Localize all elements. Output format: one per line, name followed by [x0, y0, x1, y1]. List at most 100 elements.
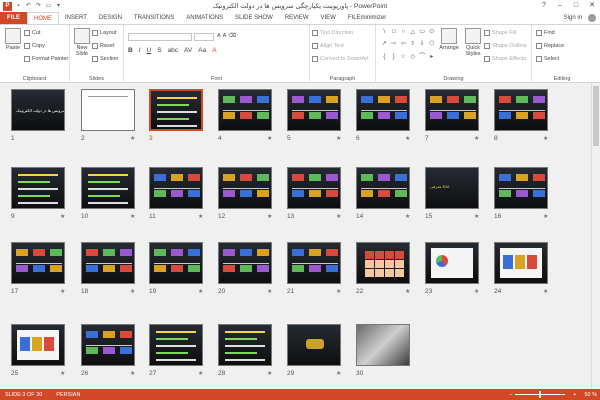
- slide-thumbnail-19[interactable]: [149, 242, 203, 284]
- change-case-button[interactable]: Aa: [198, 47, 206, 54]
- minimize-button[interactable]: –: [552, 0, 568, 12]
- new-slide-button[interactable]: New Slide: [72, 28, 92, 57]
- shape-effects-button[interactable]: Shape Effects: [484, 56, 526, 62]
- tab-review[interactable]: REVIEW: [279, 12, 315, 24]
- close-button[interactable]: ✕: [584, 0, 600, 12]
- tab-fileminimizer[interactable]: FILEminimizer: [342, 12, 392, 24]
- slide-thumbnail-4[interactable]: [218, 89, 272, 131]
- reset-button[interactable]: Reset: [92, 43, 114, 49]
- quick-styles-button[interactable]: Quick Styles: [462, 28, 484, 57]
- shadow-button[interactable]: abc: [168, 47, 178, 54]
- shape-fill-button[interactable]: Shape Fill: [484, 30, 516, 36]
- save-icon[interactable]: ▪: [15, 3, 22, 10]
- text-direction-button[interactable]: Text Direction: [312, 30, 353, 36]
- tab-transitions[interactable]: TRANSITIONS: [128, 12, 180, 24]
- customize-icon[interactable]: ▾: [55, 3, 62, 10]
- cut-button[interactable]: Cut: [24, 30, 41, 36]
- slide-thumbnail-28[interactable]: [218, 324, 272, 366]
- undo-icon[interactable]: ↶: [25, 3, 32, 10]
- font-size-field[interactable]: [194, 33, 214, 41]
- align-text-button[interactable]: Align Text: [312, 43, 344, 49]
- strikethrough-button[interactable]: S: [157, 47, 161, 54]
- copy-button[interactable]: Copy: [24, 43, 45, 49]
- shrink-font-icon[interactable]: A: [223, 33, 227, 39]
- shape-item-3[interactable]: △: [409, 28, 418, 39]
- shape-item-13[interactable]: }: [390, 53, 399, 64]
- shape-item-4[interactable]: ▭: [418, 28, 427, 39]
- shape-item-16[interactable]: ⌒: [418, 53, 427, 64]
- slide-thumbnail-21[interactable]: [287, 242, 341, 284]
- tab-animations[interactable]: ANIMATIONS: [180, 12, 229, 24]
- slide-thumbnail-20[interactable]: [218, 242, 272, 284]
- tab-insert[interactable]: INSERT: [59, 12, 93, 24]
- shape-item-6[interactable]: ↗: [380, 40, 389, 51]
- slide-thumbnail-15[interactable]: معرفی EAI: [425, 167, 479, 209]
- select-button[interactable]: Select: [536, 56, 559, 62]
- slide-thumbnail-22[interactable]: [356, 242, 410, 284]
- shape-item-15[interactable]: ◇: [409, 53, 418, 64]
- arrange-button[interactable]: Arrange: [438, 28, 460, 51]
- slide-thumbnail-7[interactable]: [425, 89, 479, 131]
- slide-thumbnail-16[interactable]: [494, 167, 548, 209]
- shape-item-9[interactable]: ⇧: [409, 40, 418, 51]
- clear-format-icon[interactable]: ⌫: [228, 33, 236, 39]
- slide-thumbnail-30[interactable]: [356, 324, 410, 366]
- vertical-scrollbar[interactable]: [591, 83, 600, 389]
- shape-item-2[interactable]: ○: [399, 28, 408, 39]
- slide-thumbnail-9[interactable]: [11, 167, 65, 209]
- user-avatar[interactable]: [588, 14, 596, 22]
- grow-font-icon[interactable]: A: [217, 33, 221, 39]
- maximize-button[interactable]: □: [568, 0, 584, 12]
- slide-thumbnail-12[interactable]: [218, 167, 272, 209]
- slide-thumbnail-5[interactable]: [287, 89, 341, 131]
- shape-item-12[interactable]: {: [380, 53, 389, 64]
- format-painter-button[interactable]: Format Painter: [24, 56, 68, 62]
- shape-item-1[interactable]: □: [390, 28, 399, 39]
- italic-button[interactable]: I: [139, 47, 141, 54]
- replace-button[interactable]: Replace: [536, 43, 564, 49]
- slide-thumbnail-24[interactable]: [494, 242, 548, 284]
- scrollbar-thumb[interactable]: [593, 86, 599, 146]
- slide-thumbnail-23[interactable]: [425, 242, 479, 284]
- slide-thumbnail-17[interactable]: [11, 242, 65, 284]
- paste-button[interactable]: Paste: [3, 28, 23, 51]
- zoom-slider-knob[interactable]: [539, 391, 542, 398]
- redo-icon[interactable]: ↷: [35, 3, 42, 10]
- shape-item-7[interactable]: ⇨: [390, 40, 399, 51]
- shape-item-8[interactable]: ⇦: [399, 40, 408, 51]
- shape-item-17[interactable]: ▸: [428, 53, 437, 64]
- slide-thumbnail-3[interactable]: [149, 89, 203, 131]
- present-icon[interactable]: ▭: [45, 3, 52, 10]
- zoom-out-button[interactable]: –: [509, 392, 512, 398]
- zoom-slider[interactable]: [515, 391, 566, 398]
- help-button[interactable]: ?: [536, 0, 552, 12]
- language-status[interactable]: PERSIAN: [56, 392, 80, 398]
- slide-thumbnail-10[interactable]: [81, 167, 135, 209]
- character-spacing-button[interactable]: AV: [184, 47, 192, 54]
- slide-thumbnail-8[interactable]: [494, 89, 548, 131]
- shape-item-10[interactable]: ⇩: [418, 40, 427, 51]
- slide-thumbnail-25[interactable]: [11, 324, 65, 366]
- font-color-button[interactable]: A: [212, 47, 216, 54]
- slide-thumbnail-26[interactable]: [81, 324, 135, 366]
- layout-button[interactable]: Layout: [92, 30, 117, 36]
- shape-item-5[interactable]: ⬭: [428, 28, 437, 39]
- zoom-level[interactable]: 50 %: [584, 392, 597, 398]
- font-name-field[interactable]: [128, 33, 192, 41]
- tab-design[interactable]: DESIGN: [93, 12, 128, 24]
- slide-thumbnail-27[interactable]: [149, 324, 203, 366]
- shape-item-0[interactable]: \: [380, 28, 389, 39]
- convert-smartart-button[interactable]: Convert to SmartArt: [312, 56, 369, 62]
- slide-thumbnail-14[interactable]: [356, 167, 410, 209]
- tab-slide-show[interactable]: SLIDE SHOW: [229, 12, 279, 24]
- shapes-gallery[interactable]: \ □ ○ △ ▭ ⬭ ↗ ⇨ ⇦ ⇧ ⇩ ⬡ {} ☆ ◇ ⌒ ▸: [380, 28, 436, 64]
- tab-view[interactable]: VIEW: [315, 12, 342, 24]
- slide-thumbnail-1[interactable]: یکپارچگی سرویس ها در دولت الکترونیک: [11, 89, 65, 131]
- shape-outline-button[interactable]: Shape Outline: [484, 43, 527, 49]
- underline-button[interactable]: U: [147, 47, 152, 54]
- shape-item-11[interactable]: ⬡: [428, 40, 437, 51]
- slide-thumbnail-18[interactable]: [81, 242, 135, 284]
- slide-thumbnail-6[interactable]: [356, 89, 410, 131]
- sign-in-link[interactable]: Sign in: [564, 12, 582, 24]
- tab-home[interactable]: HOME: [27, 12, 59, 24]
